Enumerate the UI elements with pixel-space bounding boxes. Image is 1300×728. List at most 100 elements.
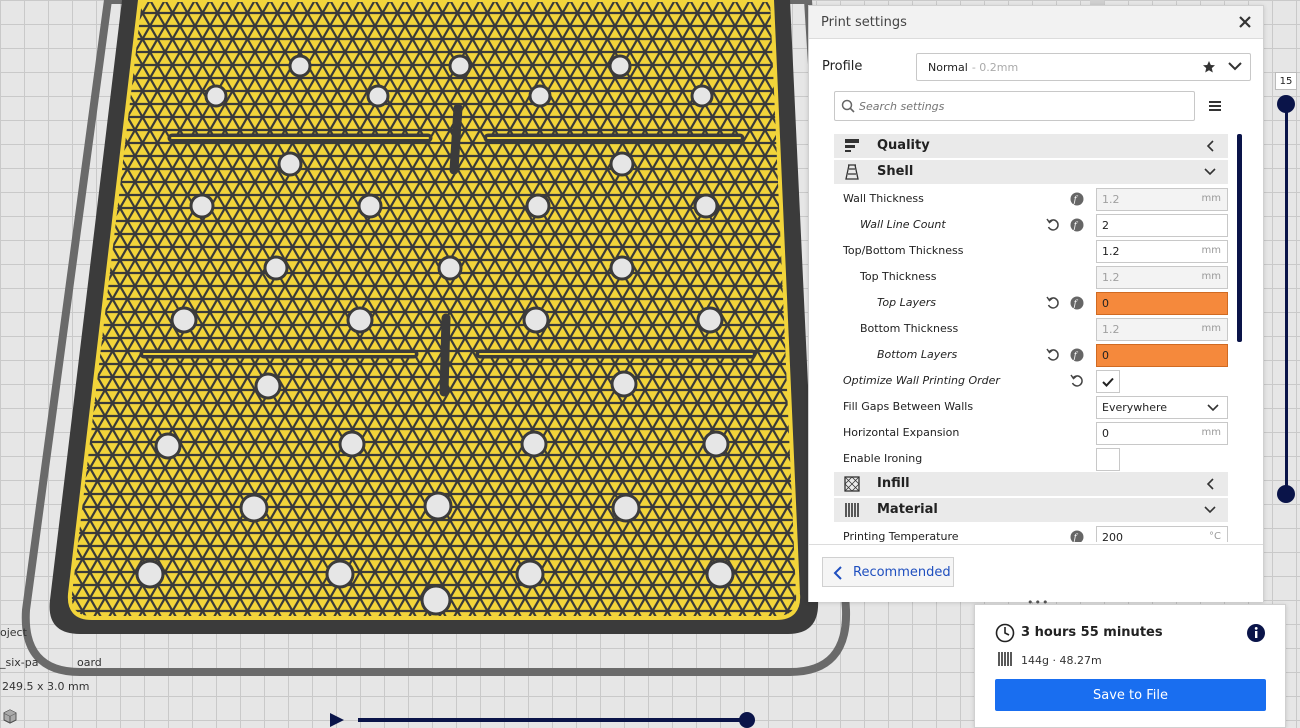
horizontal-expansion-input[interactable]: 0 mm [1096,422,1228,445]
view-left-icon[interactable] [3,708,84,726]
layer-view-slider-track[interactable] [358,718,748,722]
setting-fill-gaps: Fill Gaps Between Walls Everywhere [834,394,1228,420]
reset-icon[interactable] [1070,374,1084,388]
object-dimensions: 249.5 x 3.0 mm [2,680,90,693]
setting-bottom-thickness: Bottom Thickness 1.2 mm [834,316,1228,342]
close-icon [1239,16,1251,28]
layer-slider-track[interactable] [1285,102,1288,494]
layer-slider[interactable]: 15 [1274,70,1298,510]
print-settings-title: Print settings [821,14,907,30]
infill-icon [844,476,860,492]
top-bottom-thickness-input[interactable]: 1.2 mm [1096,240,1228,263]
wall-thickness-input[interactable]: 1.2 mm [1096,188,1228,211]
settings-visibility-menu-button[interactable] [1207,99,1223,113]
setting-label: Enable Ironing [843,452,923,465]
top-thickness-input[interactable]: 1.2 mm [1096,266,1228,289]
print-settings-panel: Print settings Profile Normal - 0.2mm Qu… [808,5,1264,602]
save-to-file-button[interactable]: Save to File [995,679,1266,711]
function-icon: f [1070,192,1084,206]
reset-icon[interactable] [1046,296,1060,310]
search-box[interactable] [834,91,1195,121]
star-icon[interactable] [1202,60,1216,77]
category-material[interactable]: Material [834,498,1228,522]
reset-icon[interactable] [1046,348,1060,362]
setting-label: Wall Line Count [860,218,946,231]
print-settings-header: Print settings [809,6,1263,39]
setting-wall-thickness: Wall Thickness f 1.2 mm [834,186,1228,212]
object-list-label: oject [0,626,27,639]
search-icon [841,99,855,113]
material-icon [844,502,860,518]
category-infill-label: Infill [877,476,910,491]
play-simulation-button[interactable] [328,712,346,728]
category-shell[interactable]: Shell [834,160,1228,184]
optimize-wall-order-checkbox[interactable] [1096,370,1120,393]
quality-icon [844,138,860,154]
layer-slider-top-handle[interactable] [1277,95,1295,113]
setting-horizontal-expansion: Horizontal Expansion 0 mm [834,420,1228,446]
profile-dropdown[interactable]: Normal - 0.2mm [916,53,1251,81]
setting-printing-temperature: Printing Temperature f 200 °C [834,524,1228,542]
profile-layer-height: - 0.2mm [971,60,1019,74]
profile-name: Normal [928,60,968,74]
category-shell-label: Shell [877,164,914,179]
view-orientation-toolbar [2,708,114,726]
layer-view-slider-handle[interactable] [739,712,755,728]
search-input[interactable] [859,99,1179,113]
function-icon: f [1070,348,1084,362]
menu-icon [1209,101,1221,111]
setting-top-thickness: Top Thickness 1.2 mm [834,264,1228,290]
chevron-left-icon [833,566,843,584]
reset-icon[interactable] [1046,218,1060,232]
profile-label: Profile [822,59,863,74]
wall-line-count-input[interactable]: 2 [1096,214,1228,237]
setting-optimize-wall-order: Optimize Wall Printing Order [834,368,1228,394]
chevron-down-icon [1207,403,1219,416]
recommended-label: Recommended [853,564,951,580]
close-button[interactable] [1237,14,1253,30]
view-front-icon[interactable] [3,708,54,726]
category-quality-label: Quality [877,138,930,153]
category-infill[interactable]: Infill [834,472,1228,496]
setting-label: Bottom Layers [877,348,958,361]
chevron-left-icon [1206,140,1216,155]
print-time: 3 hours 55 minutes [1021,625,1163,640]
settings-list[interactable]: Quality Shell Wall Thickness f 1.2 mm Wal… [834,134,1228,542]
function-icon: f [1070,218,1084,232]
bottom-thickness-input[interactable]: 1.2 mm [1096,318,1228,341]
layer-number-badge[interactable]: 15 [1275,72,1297,90]
setting-label: Wall Thickness [843,192,924,205]
chevron-left-icon [1206,478,1216,493]
layer-slider-bottom-handle[interactable] [1277,485,1295,503]
function-icon: f [1070,296,1084,310]
setting-label: Printing Temperature [843,530,959,542]
category-material-label: Material [877,502,938,517]
setting-enable-ironing: Enable Ironing [834,446,1228,472]
print-settings-footer: Recommended [809,544,1263,602]
object-name-label: _six-pa oard [0,656,102,669]
enable-ironing-checkbox[interactable] [1096,448,1120,471]
setting-wall-line-count: Wall Line Count f 2 [834,212,1228,238]
print-estimate-panel: 3 hours 55 minutes 144g · 48.27m Save to… [974,604,1286,728]
category-quality[interactable]: Quality [834,134,1228,158]
top-layers-input[interactable]: 0 [1096,292,1228,315]
setting-label: Horizontal Expansion [843,426,960,439]
view-right-icon[interactable] [3,708,114,726]
setting-bottom-layers: Bottom Layers f 0 [834,342,1228,368]
bottom-layers-input[interactable]: 0 [1096,344,1228,367]
recommended-button[interactable]: Recommended [822,557,954,587]
setting-top-bottom-thickness: Top/Bottom Thickness 1.2 mm [834,238,1228,264]
chevron-down-icon [1228,61,1242,74]
fill-gaps-dropdown[interactable]: Everywhere [1096,396,1228,419]
printing-temperature-input[interactable]: 200 °C [1096,526,1228,542]
chevron-down-icon [1204,166,1216,180]
info-icon[interactable] [1246,623,1266,643]
setting-top-layers: Top Layers f 0 [834,290,1228,316]
setting-label: Optimize Wall Printing Order [843,374,1000,387]
checkmark-icon [1102,377,1114,387]
settings-scrollbar[interactable] [1237,134,1242,342]
shell-icon [844,164,860,180]
setting-label: Bottom Thickness [860,322,959,335]
setting-label: Top Thickness [860,270,937,283]
spool-icon [997,651,1015,667]
